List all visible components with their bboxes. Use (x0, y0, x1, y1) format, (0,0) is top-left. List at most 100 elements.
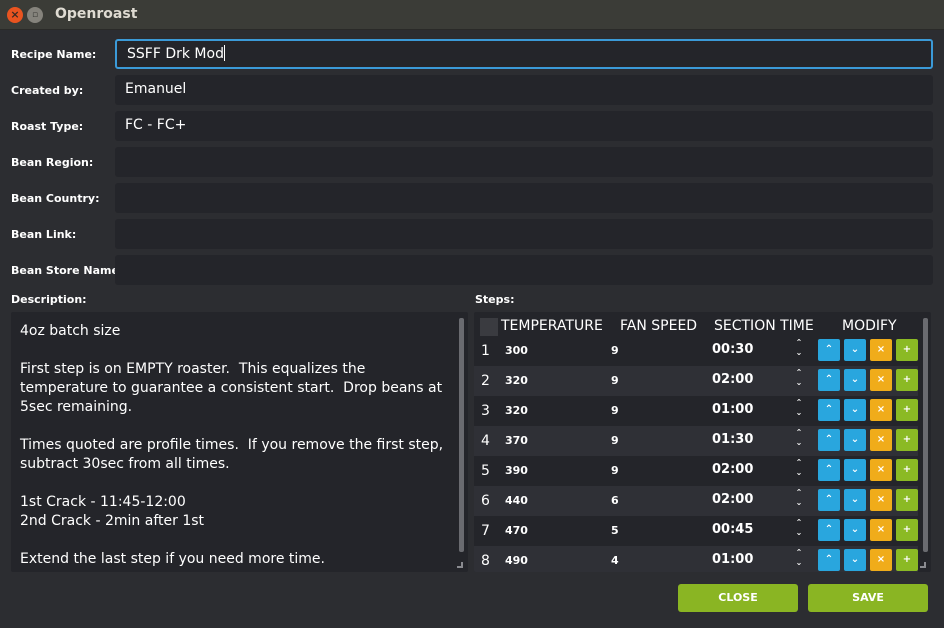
section-time-cell[interactable]: 00:30 (712, 342, 753, 357)
delete-step-button[interactable]: × (870, 459, 892, 481)
fan-speed-cell[interactable]: 9 (611, 344, 619, 357)
close-window-icon[interactable]: × (7, 7, 23, 23)
fan-speed-cell[interactable]: 9 (611, 404, 619, 417)
fan-speed-cell[interactable]: 6 (611, 494, 619, 507)
delete-step-button[interactable]: × (870, 429, 892, 451)
move-up-button[interactable]: ⌃ (818, 399, 840, 421)
move-down-button[interactable]: ⌄ (844, 459, 866, 481)
spin-down-icon[interactable]: ⌄ (793, 528, 805, 538)
time-spinner[interactable]: ⌃ ⌄ (793, 428, 805, 454)
temperature-cell[interactable]: 440 (505, 494, 528, 507)
move-up-button[interactable]: ⌃ (818, 519, 840, 541)
spin-down-icon[interactable]: ⌄ (793, 348, 805, 358)
recipe-name-field[interactable]: SSFF Drk Mod (115, 39, 933, 69)
delete-step-button[interactable]: × (870, 399, 892, 421)
add-step-button[interactable]: + (896, 459, 918, 481)
spin-up-icon[interactable]: ⌃ (793, 338, 805, 348)
add-step-button[interactable]: + (896, 549, 918, 571)
move-down-button[interactable]: ⌄ (844, 549, 866, 571)
spin-up-icon[interactable]: ⌃ (793, 398, 805, 408)
temperature-cell[interactable]: 370 (505, 434, 528, 447)
move-up-button[interactable]: ⌃ (818, 459, 840, 481)
spin-down-icon[interactable]: ⌄ (793, 558, 805, 568)
add-step-button[interactable]: + (896, 429, 918, 451)
temperature-cell[interactable]: 390 (505, 464, 528, 477)
time-spinner[interactable]: ⌃ ⌄ (793, 458, 805, 484)
section-time-cell[interactable]: 02:00 (712, 492, 753, 507)
table-row[interactable]: 6 440 6 02:00 ⌃ ⌄ ⌃ ⌄ × + (474, 486, 918, 516)
spin-down-icon[interactable]: ⌄ (793, 468, 805, 478)
spin-up-icon[interactable]: ⌃ (793, 428, 805, 438)
add-step-button[interactable]: + (896, 339, 918, 361)
spin-up-icon[interactable]: ⌃ (793, 458, 805, 468)
move-down-button[interactable]: ⌄ (844, 489, 866, 511)
spin-up-icon[interactable]: ⌃ (793, 548, 805, 558)
move-down-button[interactable]: ⌄ (844, 519, 866, 541)
close-button[interactable]: CLOSE (678, 584, 798, 612)
bean-store-name-field[interactable] (115, 255, 933, 285)
time-spinner[interactable]: ⌃ ⌄ (793, 548, 805, 572)
column-header-fan-speed[interactable]: FAN SPEED (620, 318, 697, 334)
fan-speed-cell[interactable]: 9 (611, 374, 619, 387)
move-up-button[interactable]: ⌃ (818, 489, 840, 511)
bean-country-field[interactable] (115, 183, 933, 213)
spin-up-icon[interactable]: ⌃ (793, 518, 805, 528)
delete-step-button[interactable]: × (870, 519, 892, 541)
move-up-button[interactable]: ⌃ (818, 339, 840, 361)
time-spinner[interactable]: ⌃ ⌄ (793, 398, 805, 424)
spin-up-icon[interactable]: ⌃ (793, 368, 805, 378)
column-header-temperature[interactable]: TEMPERATURE (501, 318, 603, 334)
bean-region-field[interactable] (115, 147, 933, 177)
column-header-section-time[interactable]: SECTION TIME (714, 318, 814, 334)
spin-down-icon[interactable]: ⌄ (793, 408, 805, 418)
description-textarea[interactable]: 4oz batch size First step is on EMPTY ro… (11, 312, 468, 572)
add-step-button[interactable]: + (896, 369, 918, 391)
resize-grip-icon[interactable] (457, 562, 463, 568)
section-time-cell[interactable]: 00:45 (712, 522, 753, 537)
section-time-cell[interactable]: 01:00 (712, 552, 753, 567)
spin-up-icon[interactable]: ⌃ (793, 488, 805, 498)
time-spinner[interactable]: ⌃ ⌄ (793, 338, 805, 364)
temperature-cell[interactable]: 470 (505, 524, 528, 537)
save-button[interactable]: SAVE (808, 584, 928, 612)
add-step-button[interactable]: + (896, 519, 918, 541)
table-row[interactable]: 3 320 9 01:00 ⌃ ⌄ ⌃ ⌄ × + (474, 396, 918, 426)
add-step-button[interactable]: + (896, 399, 918, 421)
section-time-cell[interactable]: 01:00 (712, 402, 753, 417)
temperature-cell[interactable]: 320 (505, 404, 528, 417)
column-header-modify[interactable]: MODIFY (842, 318, 897, 334)
table-row[interactable]: 8 490 4 01:00 ⌃ ⌄ ⌃ ⌄ × + (474, 546, 918, 572)
table-row[interactable]: 2 320 9 02:00 ⌃ ⌄ ⌃ ⌄ × + (474, 366, 918, 396)
table-row[interactable]: 1 300 9 00:30 ⌃ ⌄ ⌃ ⌄ × + (474, 336, 918, 366)
move-down-button[interactable]: ⌄ (844, 429, 866, 451)
delete-step-button[interactable]: × (870, 549, 892, 571)
table-corner-button[interactable] (480, 318, 498, 336)
fan-speed-cell[interactable]: 4 (611, 554, 619, 567)
section-time-cell[interactable]: 02:00 (712, 462, 753, 477)
table-row[interactable]: 7 470 5 00:45 ⌃ ⌄ ⌃ ⌄ × + (474, 516, 918, 546)
time-spinner[interactable]: ⌃ ⌄ (793, 518, 805, 544)
move-up-button[interactable]: ⌃ (818, 369, 840, 391)
spin-down-icon[interactable]: ⌄ (793, 498, 805, 508)
fan-speed-cell[interactable]: 9 (611, 464, 619, 477)
time-spinner[interactable]: ⌃ ⌄ (793, 488, 805, 514)
spin-down-icon[interactable]: ⌄ (793, 438, 805, 448)
bean-link-field[interactable] (115, 219, 933, 249)
maximize-window-icon[interactable]: ▫ (27, 7, 43, 23)
time-spinner[interactable]: ⌃ ⌄ (793, 368, 805, 394)
section-time-cell[interactable]: 01:30 (712, 432, 753, 447)
delete-step-button[interactable]: × (870, 489, 892, 511)
description-scrollbar[interactable] (459, 318, 464, 552)
add-step-button[interactable]: + (896, 489, 918, 511)
move-down-button[interactable]: ⌄ (844, 369, 866, 391)
section-time-cell[interactable]: 02:00 (712, 372, 753, 387)
table-row[interactable]: 5 390 9 02:00 ⌃ ⌄ ⌃ ⌄ × + (474, 456, 918, 486)
fan-speed-cell[interactable]: 9 (611, 434, 619, 447)
roast-type-field[interactable]: FC - FC+ (115, 111, 933, 141)
move-down-button[interactable]: ⌄ (844, 399, 866, 421)
spin-down-icon[interactable]: ⌄ (793, 378, 805, 388)
resize-grip-icon[interactable] (920, 562, 926, 568)
created-by-field[interactable]: Emanuel (115, 75, 933, 105)
table-row[interactable]: 4 370 9 01:30 ⌃ ⌄ ⌃ ⌄ × + (474, 426, 918, 456)
steps-scrollbar[interactable] (923, 318, 928, 552)
